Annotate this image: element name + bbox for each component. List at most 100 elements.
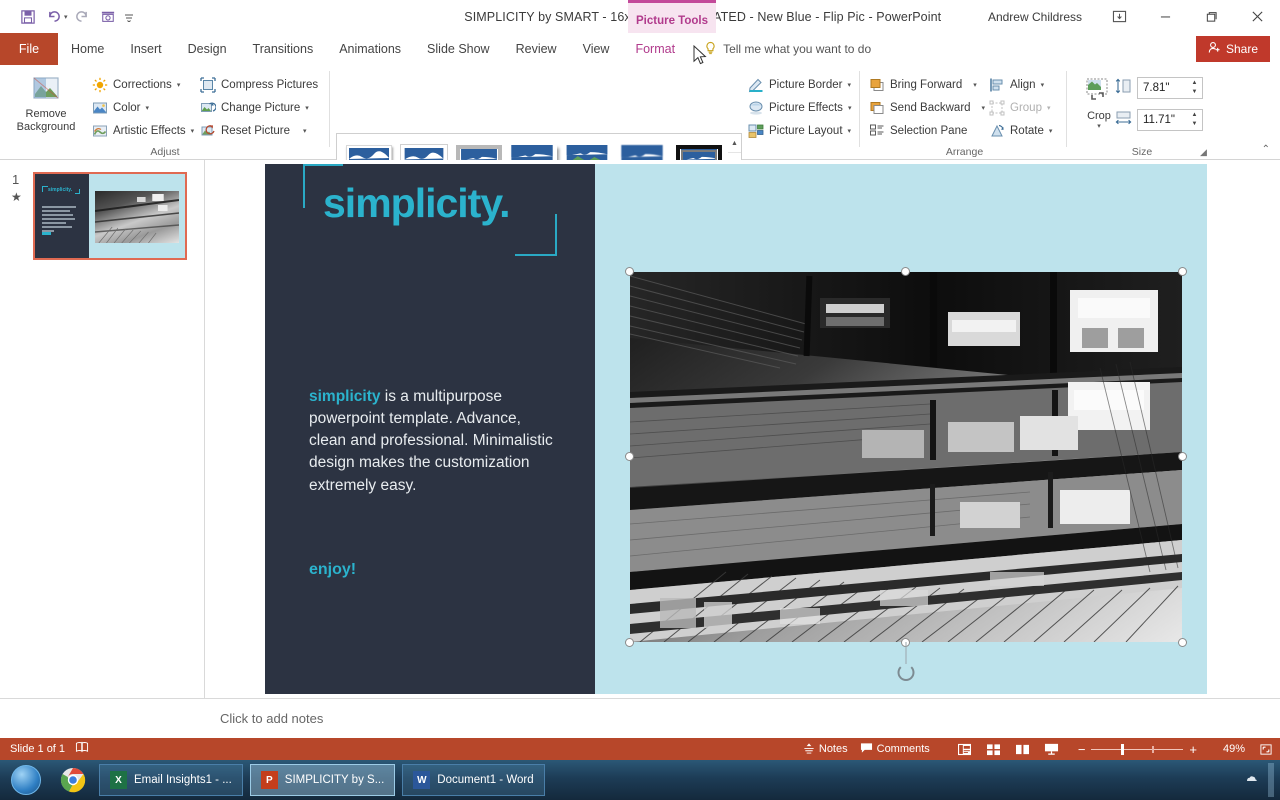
tab-animations[interactable]: Animations: [326, 33, 414, 65]
selected-picture[interactable]: [630, 272, 1182, 642]
compress-pictures-button[interactable]: Compress Pictures: [200, 73, 318, 96]
picture-effects-dropdown-caret[interactable]: ▾: [848, 104, 852, 112]
resize-handle-top-center[interactable]: [901, 267, 910, 276]
slide-counter[interactable]: Slide 1 of 1: [10, 743, 65, 755]
notes-pane[interactable]: Click to add notes: [206, 698, 1280, 738]
picture-layout-button[interactable]: Picture Layout ▾: [748, 119, 851, 142]
resize-handle-middle-left[interactable]: [625, 452, 634, 461]
share-button[interactable]: Share: [1196, 36, 1270, 62]
slide-canvas[interactable]: simplicity. simplicity is a multipurpose…: [265, 164, 1207, 694]
zoom-percentage[interactable]: 49%: [1215, 743, 1245, 755]
taskbar-item-excel[interactable]: X Email Insights1 - ...: [99, 764, 243, 796]
zoom-out-button[interactable]: −: [1072, 742, 1092, 757]
customize-qat-icon[interactable]: [122, 6, 136, 28]
group-button[interactable]: Group ▾: [989, 96, 1052, 119]
slide-title[interactable]: simplicity.: [323, 180, 509, 227]
color-dropdown-caret[interactable]: ▾: [145, 104, 149, 112]
selection-pane-button[interactable]: Selection Pane: [869, 119, 985, 142]
zoom-track[interactable]: [1091, 749, 1183, 750]
zoom-in-button[interactable]: +: [1183, 742, 1203, 757]
align-button[interactable]: Align ▾: [989, 73, 1052, 96]
ribbon-display-options-icon[interactable]: [1096, 0, 1142, 33]
start-button[interactable]: [6, 763, 46, 797]
tab-transitions[interactable]: Transitions: [240, 33, 327, 65]
picture-border-dropdown-caret[interactable]: ▾: [848, 81, 852, 89]
chrome-taskbar-icon[interactable]: [54, 767, 92, 793]
taskbar-item-powerpoint[interactable]: P SIMPLICITY by S...: [250, 764, 396, 796]
remove-background-button[interactable]: Remove Background: [8, 69, 84, 133]
tab-view[interactable]: View: [570, 33, 623, 65]
shape-height-spinner[interactable]: ▲▼: [1188, 78, 1201, 98]
animation-indicator-icon[interactable]: ★: [11, 190, 22, 204]
tab-format[interactable]: Format: [622, 33, 688, 65]
tab-design[interactable]: Design: [175, 33, 240, 65]
start-presentation-icon[interactable]: [96, 6, 120, 28]
resize-handle-bottom-left[interactable]: [625, 638, 634, 647]
reset-picture-button[interactable]: Reset Picture ▾: [200, 119, 318, 142]
slide-thumbnail-pane[interactable]: 1 ★ simplicity.: [0, 160, 205, 698]
picture-layout-dropdown-caret[interactable]: ▾: [848, 127, 852, 135]
tab-file[interactable]: File: [0, 33, 58, 65]
close-button[interactable]: [1234, 0, 1280, 33]
normal-view-button[interactable]: [956, 742, 973, 757]
gallery-scroll-up-icon[interactable]: ▲: [728, 134, 741, 153]
corrections-button[interactable]: Corrections ▾: [92, 73, 194, 96]
rotate-dropdown-caret[interactable]: ▾: [1049, 127, 1053, 135]
tab-insert[interactable]: Insert: [117, 33, 174, 65]
notes-toggle-button[interactable]: Notes: [803, 742, 848, 757]
reset-picture-dropdown-caret[interactable]: ▾: [303, 127, 307, 135]
accessibility-icon[interactable]: [75, 741, 89, 757]
show-desktop-button[interactable]: [1268, 763, 1274, 797]
powerpoint-icon: P: [261, 771, 278, 789]
resize-handle-top-left[interactable]: [625, 267, 634, 276]
change-picture-button[interactable]: Change Picture ▾: [200, 96, 318, 119]
slide-body-text[interactable]: simplicity is a multipurpose powerpoint …: [309, 386, 557, 497]
change-picture-dropdown-caret[interactable]: ▾: [305, 104, 309, 112]
save-icon[interactable]: [16, 6, 40, 28]
slide-show-view-button[interactable]: [1043, 742, 1060, 757]
artistic-effects-dropdown-caret[interactable]: ▾: [191, 127, 195, 135]
bring-forward-dropdown-caret[interactable]: ▾: [973, 81, 977, 89]
send-backward-button[interactable]: Send Backward ▾: [869, 96, 985, 119]
shape-height-input[interactable]: 7.81" ▲▼: [1137, 77, 1203, 99]
send-backward-dropdown-caret[interactable]: ▾: [982, 104, 986, 112]
show-hidden-icons-icon[interactable]: [1244, 771, 1258, 789]
slide-sorter-view-button[interactable]: [985, 742, 1002, 757]
corrections-dropdown-caret[interactable]: ▾: [177, 81, 181, 89]
tab-review[interactable]: Review: [503, 33, 570, 65]
resize-handle-bottom-right[interactable]: [1178, 638, 1187, 647]
restore-button[interactable]: [1188, 0, 1234, 33]
taskbar-item-word[interactable]: W Document1 - Word: [402, 764, 544, 796]
collapse-ribbon-icon[interactable]: ⌃: [1262, 144, 1270, 155]
artistic-effects-button[interactable]: Artistic Effects ▾: [92, 119, 194, 142]
shape-width-spinner[interactable]: ▲▼: [1188, 110, 1201, 130]
undo-icon[interactable]: [42, 6, 66, 28]
minimize-button[interactable]: [1142, 0, 1188, 33]
color-button[interactable]: Color ▾: [92, 96, 194, 119]
rotation-handle[interactable]: [898, 664, 915, 681]
size-dialog-launcher[interactable]: ◢: [1200, 147, 1207, 158]
redo-icon[interactable]: [70, 6, 94, 28]
resize-handle-top-right[interactable]: [1178, 267, 1187, 276]
zoom-knob[interactable]: [1121, 744, 1124, 755]
slide-thumbnail-1[interactable]: simplicity.: [33, 172, 187, 260]
tell-me-search[interactable]: Tell me what you want to do: [704, 33, 871, 65]
resize-handle-middle-right[interactable]: [1178, 452, 1187, 461]
slide-editor[interactable]: simplicity. simplicity is a multipurpose…: [206, 160, 1280, 698]
fit-slide-to-window-button[interactable]: [1257, 742, 1274, 757]
rotate-button[interactable]: Rotate ▾: [989, 119, 1052, 142]
reading-view-button[interactable]: [1014, 742, 1031, 757]
bring-forward-button[interactable]: Bring Forward ▾: [869, 73, 985, 96]
picture-border-button[interactable]: Picture Border ▾: [748, 73, 851, 96]
tab-slide-show[interactable]: Slide Show: [414, 33, 503, 65]
slide-enjoy-text[interactable]: enjoy!: [309, 561, 356, 579]
crop-dropdown-caret[interactable]: ▾: [1097, 123, 1101, 131]
parking-garage-photo[interactable]: [630, 272, 1182, 642]
zoom-slider[interactable]: − +: [1072, 742, 1203, 757]
picture-effects-button[interactable]: Picture Effects ▾: [748, 96, 851, 119]
undo-dropdown-caret[interactable]: ▾: [64, 13, 68, 21]
align-dropdown-caret[interactable]: ▾: [1041, 81, 1045, 89]
shape-width-input[interactable]: 11.71" ▲▼: [1137, 109, 1203, 131]
comments-toggle-button[interactable]: Comments: [860, 742, 930, 757]
tab-home[interactable]: Home: [58, 33, 117, 65]
